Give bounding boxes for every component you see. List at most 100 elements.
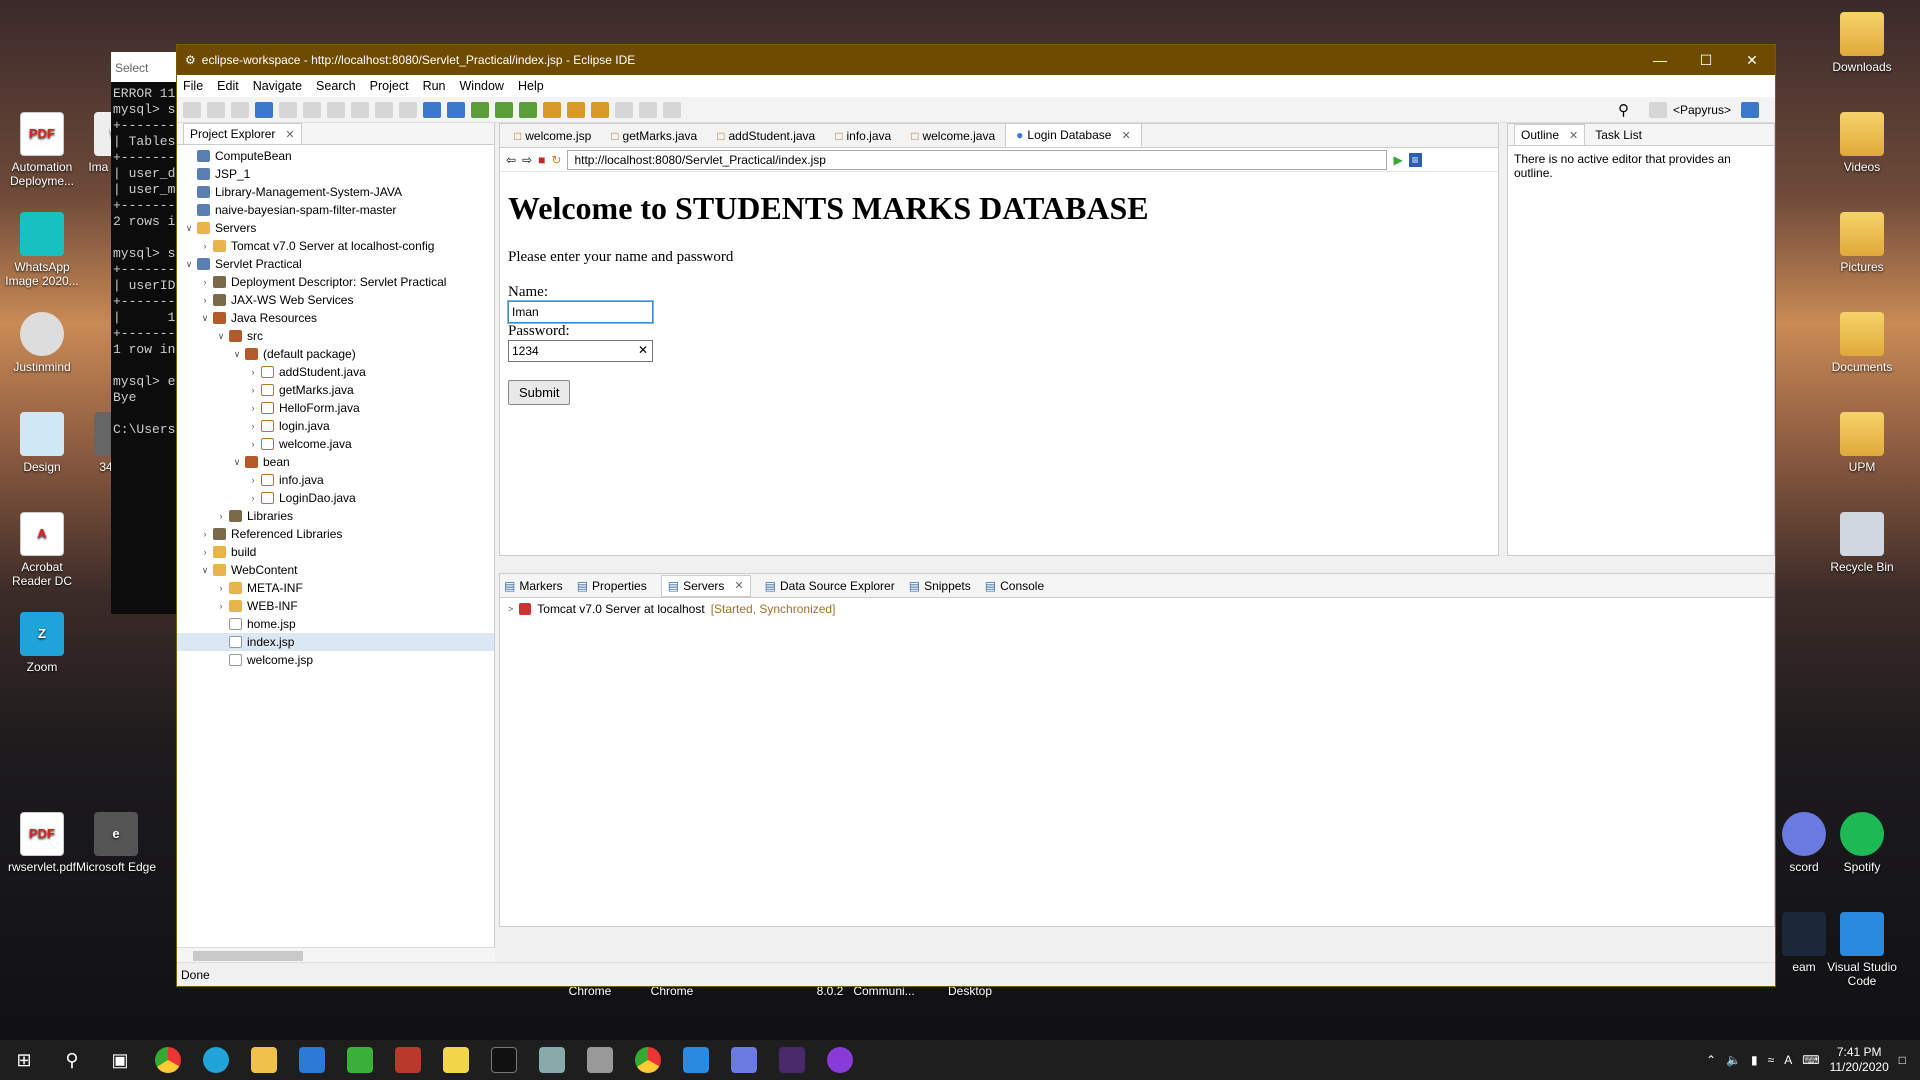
editor-tab[interactable]: □ welcome.jsp <box>504 125 601 147</box>
tab-servers[interactable]: ▤ Servers ✕ <box>660 574 751 597</box>
tab-console[interactable]: ▤ Console <box>985 579 1044 593</box>
vscode-icon[interactable] <box>672 1040 720 1080</box>
scrollbar-thumb[interactable] <box>193 951 303 961</box>
desktop-icon[interactable]: Downloads <box>1818 12 1906 74</box>
chevron-down-icon[interactable]: ∨ <box>183 255 195 273</box>
editor-tab[interactable]: □ welcome.java <box>901 125 1005 147</box>
save-icon[interactable] <box>207 101 225 118</box>
chevron-right-icon[interactable]: › <box>199 291 211 309</box>
coverage-icon[interactable] <box>519 101 537 118</box>
tree-node[interactable]: ∨ Java Resources <box>177 309 494 327</box>
tree-node[interactable]: ∨ bean <box>177 453 494 471</box>
wifi-icon[interactable]: ≈ <box>1768 1053 1775 1067</box>
edge-icon[interactable] <box>192 1040 240 1080</box>
browser-settings-icon[interactable]: ≡ <box>1408 152 1422 167</box>
external-tools-icon[interactable] <box>543 101 561 118</box>
mail-icon[interactable] <box>288 1040 336 1080</box>
perspective-label[interactable]: <Papyrus> <box>1673 103 1731 117</box>
desktop-icon[interactable]: Documents <box>1818 312 1906 374</box>
green-app-icon[interactable] <box>336 1040 384 1080</box>
desktop-icon[interactable]: UPM <box>1818 412 1906 474</box>
chevron-right-icon[interactable]: › <box>215 597 227 615</box>
menu-item-search[interactable]: Search <box>316 79 356 93</box>
chevron-right-icon[interactable]: › <box>247 399 259 417</box>
pin-icon[interactable] <box>663 101 681 118</box>
tree-node[interactable]: › Deployment Descriptor: Servlet Practica… <box>177 273 494 291</box>
search-icon[interactable]: ⚲ <box>1618 101 1629 119</box>
tree-node[interactable]: › WEB-INF <box>177 597 494 615</box>
editor-tab[interactable]: ● Login Database ✕ <box>1005 123 1142 147</box>
chrome-icon[interactable] <box>144 1040 192 1080</box>
server-row[interactable]: > Tomcat v7.0 Server at localhost [Start… <box>500 598 1774 620</box>
tree-node[interactable]: › login.java <box>177 417 494 435</box>
desktop-icon[interactable]: PDF rwservlet.pdf <box>0 812 84 874</box>
tree-node[interactable]: › addStudent.java <box>177 363 494 381</box>
eclipse-window[interactable]: ⚙ eclipse-workspace - http://localhost:8… <box>176 44 1776 987</box>
tab-snippets[interactable]: ▤ Snippets <box>909 579 971 593</box>
tree-node[interactable]: › Libraries <box>177 507 494 525</box>
chevron-down-icon[interactable]: ∨ <box>215 327 227 345</box>
chevron-down-icon[interactable]: ∨ <box>199 561 211 579</box>
open-perspective-icon[interactable] <box>1648 101 1667 118</box>
chevron-right-icon[interactable]: › <box>247 417 259 435</box>
back-icon[interactable] <box>615 101 633 118</box>
menu-item-navigate[interactable]: Navigate <box>253 79 302 93</box>
purple-app-icon[interactable] <box>816 1040 864 1080</box>
settings-app-icon[interactable] <box>528 1040 576 1080</box>
desktop-icon[interactable]: e Microsoft Edge <box>74 812 158 874</box>
tree-node[interactable]: welcome.jsp <box>177 651 494 669</box>
chevron-right-icon[interactable]: › <box>247 363 259 381</box>
new-server-icon[interactable] <box>423 101 441 118</box>
tree-node[interactable]: ∨ src <box>177 327 494 345</box>
tree-node[interactable]: ∨ WebContent <box>177 561 494 579</box>
desktop-icon[interactable]: WhatsApp Image 2020... <box>0 212 84 288</box>
language-icon[interactable]: A <box>1784 1053 1792 1067</box>
title-bar[interactable]: ⚙ eclipse-workspace - http://localhost:8… <box>177 45 1775 75</box>
tab-project-explorer[interactable]: Project Explorer ✕ <box>183 123 302 144</box>
tree-node[interactable]: naive-bayesian-spam-filter-master <box>177 201 494 219</box>
chevron-right-icon[interactable]: › <box>199 525 211 543</box>
editor-tab[interactable]: □ addStudent.java <box>707 125 825 147</box>
chevron-right-icon[interactable]: › <box>215 579 227 597</box>
tree-node[interactable]: home.jsp <box>177 615 494 633</box>
terminal-icon[interactable] <box>255 101 273 118</box>
chevron-right-icon[interactable]: › <box>199 237 211 255</box>
tab-markers[interactable]: ▤ Markers <box>504 579 563 593</box>
discord-icon[interactable] <box>720 1040 768 1080</box>
eclipse-taskbar-icon[interactable] <box>768 1040 816 1080</box>
stop-icon[interactable] <box>351 101 369 118</box>
badge-app-icon[interactable] <box>384 1040 432 1080</box>
chevron-right-icon[interactable]: › <box>215 507 227 525</box>
cmd-icon[interactable] <box>480 1040 528 1080</box>
desktop-icon[interactable]: Pictures <box>1818 212 1906 274</box>
search-icon[interactable]: ⚲ <box>48 1040 96 1080</box>
chevron-right-icon[interactable]: › <box>199 273 211 291</box>
menu-item-run[interactable]: Run <box>423 79 446 93</box>
tree-node[interactable]: › info.java <box>177 471 494 489</box>
tree-node[interactable]: › META-INF <box>177 579 494 597</box>
chevron-right-icon[interactable]: › <box>247 471 259 489</box>
tree-node[interactable]: › Tomcat v7.0 Server at localhost-config <box>177 237 494 255</box>
tree-node[interactable]: JSP_1 <box>177 165 494 183</box>
step-into-icon[interactable] <box>375 101 393 118</box>
menu-item-file[interactable]: File <box>183 79 203 93</box>
desktop-icon[interactable]: Z Zoom <box>0 612 84 674</box>
tree-node[interactable]: ∨ Servers <box>177 219 494 237</box>
sticky-notes-icon[interactable] <box>432 1040 480 1080</box>
close-button[interactable]: ✕ <box>1729 52 1775 69</box>
maximize-button[interactable]: ☐ <box>1683 52 1729 69</box>
chevron-down-icon[interactable]: ∨ <box>231 345 243 363</box>
chevron-down-icon[interactable]: ∨ <box>231 453 243 471</box>
skip-icon[interactable] <box>279 101 297 118</box>
new-icon[interactable] <box>183 101 201 118</box>
expand-icon[interactable]: > <box>508 604 513 614</box>
suspend-icon[interactable] <box>327 101 345 118</box>
menu-item-project[interactable]: Project <box>370 79 409 93</box>
submit-button[interactable]: Submit <box>508 380 571 405</box>
refresh-icon[interactable]: ↻ <box>551 153 561 167</box>
close-icon[interactable]: ✕ <box>1121 129 1130 142</box>
chevron-right-icon[interactable]: › <box>199 543 211 561</box>
tab-properties[interactable]: ▤ Properties <box>577 579 647 593</box>
keyboard-icon[interactable]: ⌨ <box>1802 1053 1819 1067</box>
close-icon[interactable]: ✕ <box>734 579 743 592</box>
